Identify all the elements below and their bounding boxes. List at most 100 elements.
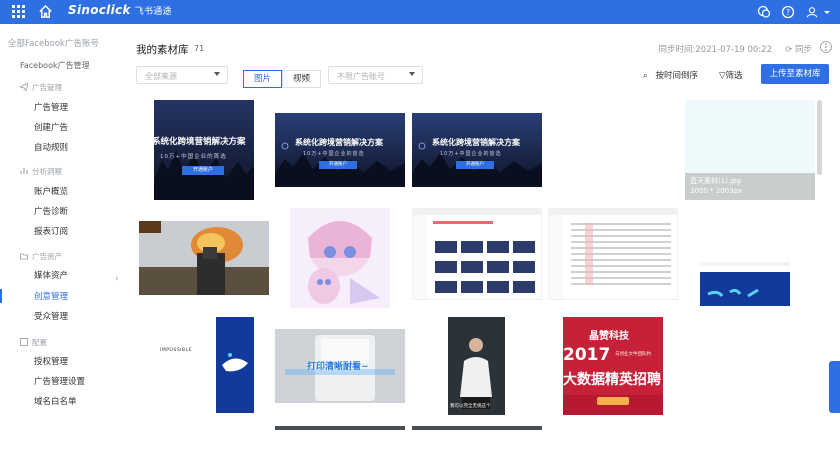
asset-tile[interactable] [275,426,405,430]
source-select-value: 全部来源 [145,72,177,81]
asset-tile[interactable] [139,221,269,295]
apps-grid-icon[interactable] [12,5,25,18]
screenshot-thumbnail [549,209,677,299]
folder-icon [20,253,28,260]
ad-account-select[interactable]: 不限广告账号 [328,66,423,84]
section-title: 配置 [32,338,47,347]
banner-subline: 10万+中国企业的首选 [303,151,365,157]
promo-year: 2017 [563,345,611,365]
banner-cta: 开通账户 [456,161,494,169]
brand-logo[interactable]: Sinoclick 飞书通途 [68,3,172,17]
active-indicator [0,289,2,303]
banner-thumbnail [154,100,254,200]
chart-icon [20,168,28,174]
asset-tile[interactable] [548,208,678,300]
banner-headline: 系统化跨境营销解决方案 [154,137,246,147]
account-selector[interactable]: 全部Facebook广告账号 [8,37,99,49]
promo-tag: 与创业大牛团队约 [615,352,651,357]
asset-tile[interactable]: 晶赞科技 2017 与创业大牛团队约 大数据精英招聘 [563,317,663,415]
asset-tile[interactable]: 系统化跨境营销解决方案 10万+中国企业的首选 开通账户 [412,113,542,187]
sidebar-item-create-ad[interactable]: 创建广告 [34,121,68,133]
caret-down-icon [214,72,220,76]
media-type-tabs: 图片 视频 [243,66,322,88]
speaker-subtitle: 我可以完全无视这个 [450,404,491,409]
sidebar-item-audience-management[interactable]: 受众管理 [34,310,68,322]
banner-cta: 开通账户 [319,161,357,169]
sync-label: 同步 [794,45,812,55]
caret-down-icon [409,72,415,76]
sidebar-item-authorization[interactable]: 授权管理 [34,355,68,367]
sync-icon: ⟳ [785,45,795,55]
sidebar-item-auto-rules[interactable]: 自动规则 [34,141,68,153]
send-icon [20,83,28,91]
screenshot-thumbnail [413,209,541,299]
svg-text:?: ? [786,8,790,17]
sidebar-section-ad-assets: 广告资产 [20,251,62,262]
floating-help-tab[interactable] [829,361,840,413]
scrollbar[interactable] [817,100,822,175]
upload-to-library-button[interactable]: 上传至素材库 [761,64,829,84]
asset-count: 71 [194,44,205,53]
brand-name-cn: 飞书通途 [134,7,172,17]
impossible-poster-thumbnail [154,317,254,413]
brand-name: Sinoclick [68,3,131,17]
asset-tile[interactable]: 系统化跨境营销解决方案 10万+中国企业的首选 开通账户 [275,113,405,187]
banner-headline: 系统化跨境营销解决方案 [295,138,383,147]
search-icon: ⌕ [643,71,651,81]
source-select[interactable]: 全部来源 [136,66,228,84]
banner-subline: 10万+中国企业的首选 [160,154,227,160]
asset-tile[interactable] [700,262,790,306]
collapse-sidebar-icon[interactable]: ‹ [115,274,123,290]
user-avatar-icon[interactable] [806,5,818,19]
asset-caption: 蓝天素材(1).jpg 3000 * 2003px [685,173,815,200]
section-title: 分析洞察 [32,167,62,176]
asset-tile[interactable] [290,208,390,308]
settings-icon [20,338,28,346]
section-title: 广告资产 [32,252,62,261]
sidebar-section-settings: 配置 [20,337,47,348]
sync-time: 同步时间:2021-07-19 00:22 [658,45,772,55]
sync-button[interactable]: ⟳ 同步 [785,43,812,55]
asset-dimensions: 3000 * 2003px [690,187,743,195]
asset-filename: 蓝天素材(1).jpg [690,177,741,185]
asset-tile[interactable]: IMPOSSIBLE [154,317,254,413]
sidebar-section-insights: 分析洞察 [20,166,62,177]
whale-banner-thumbnail [700,262,790,306]
sidebar-item-facebook-ads[interactable]: Facebook广告管理 [20,60,90,71]
anime-illustration-thumbnail [290,208,390,308]
page-title: 我的素材库 [136,44,189,56]
sort-button[interactable]: ⌕ 按时间倒序 [643,69,698,81]
asset-tile[interactable]: 蓝天素材(1).jpg 3000 * 2003px [685,100,815,200]
asset-tile[interactable]: 系统化跨境营销解决方案 10万+中国企业的首选 开通账户 [154,100,254,200]
sidebar-item-ad-management[interactable]: 广告管理 [34,101,68,113]
sidebar-item-report-subscription[interactable]: 报表订阅 [34,225,68,237]
help-icon[interactable]: ? [781,5,795,19]
banner-headline: 系统化跨境营销解决方案 [432,138,520,147]
sidebar-item-domain-whitelist[interactable]: 域名白名单 [34,395,77,407]
asset-tile[interactable] [412,208,542,300]
sidebar-item-account-overview[interactable]: 账户概览 [34,185,68,197]
section-title: 广告管理 [32,83,62,92]
filter-label: 筛选 [725,71,743,81]
more-vertical-icon[interactable] [820,40,832,54]
chevron-down-icon[interactable] [823,5,831,19]
sort-label: 按时间倒序 [655,71,698,81]
chat-icon[interactable] [757,5,771,19]
sidebar-item-ad-settings[interactable]: 广告管理设置 [34,375,85,387]
banner-cta: 开通账户 [182,166,224,175]
sidebar-item-media-assets[interactable]: 媒体资产 [34,269,68,281]
tab-images[interactable]: 图片 [243,70,283,88]
home-icon[interactable] [38,4,53,19]
poster-title: IMPOSSIBLE [160,348,192,353]
sidebar-item-ad-diagnosis[interactable]: 广告诊断 [34,205,68,217]
filter-button[interactable]: ▽筛选 [719,69,743,81]
asset-tile[interactable]: 打印清晰耐看~ [275,329,405,403]
promo-brand: 晶赞科技 [589,331,629,342]
asset-tile[interactable]: 我可以完全无视这个 [448,317,505,415]
asset-tile[interactable] [412,426,542,430]
top-navigation-bar: Sinoclick 飞书通途 ? [0,0,840,24]
sidebar-item-creative-management[interactable]: 创意管理 [34,290,68,302]
sidebar: 全部Facebook广告账号 Facebook广告管理 广告管理 广告管理 创建… [0,24,122,451]
ad-account-select-value: 不限广告账号 [337,72,385,81]
tab-videos[interactable]: 视频 [282,70,322,88]
